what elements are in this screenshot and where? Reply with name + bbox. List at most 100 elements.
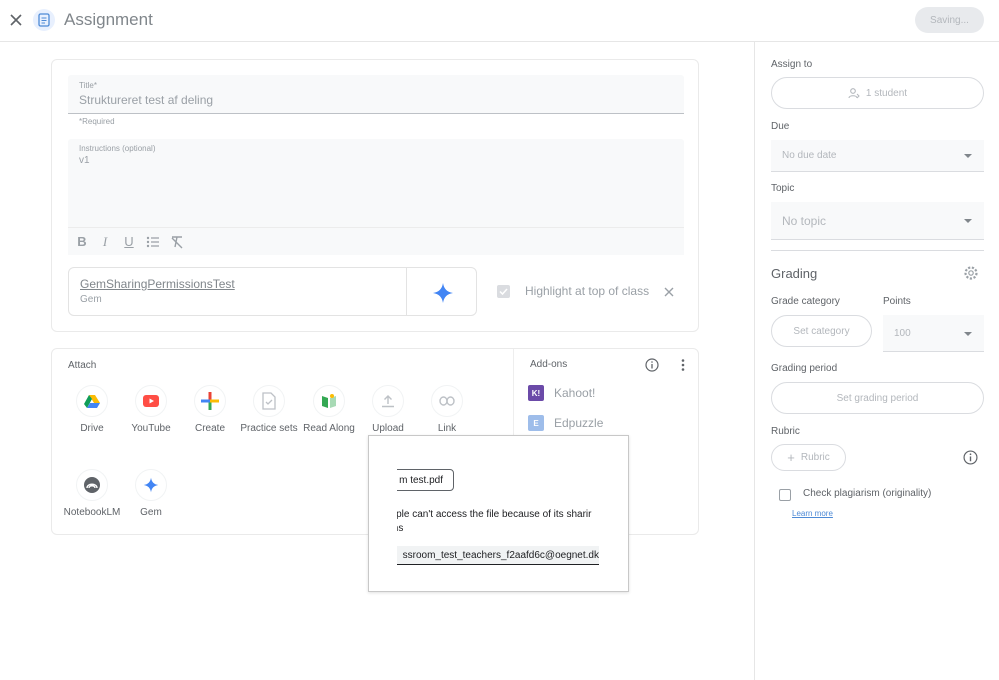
assign-to-value: 1 student: [865, 87, 908, 99]
addon-kahoot[interactable]: K! Kahoot!: [528, 385, 595, 401]
practice-sets-icon-circle: [253, 385, 285, 417]
add-rubric-button[interactable]: + Rubric: [771, 444, 846, 471]
info-icon[interactable]: [645, 358, 659, 372]
instructions-input[interactable]: v1: [79, 155, 90, 166]
instructions-field[interactable]: Instructions (optional) v1: [68, 139, 684, 227]
plagiarism-checkbox[interactable]: [779, 489, 791, 501]
chevron-down-icon: [964, 154, 972, 158]
notebooklm-icon: [84, 477, 100, 493]
due-label: Due: [771, 121, 790, 132]
topic-select[interactable]: No topic: [771, 202, 984, 240]
gem-icon: [143, 477, 159, 493]
topic-value: No topic: [782, 214, 827, 228]
page-title: Assignment: [64, 10, 153, 29]
gem-thumbnail: [406, 268, 476, 315]
file-chip[interactable]: m test.pdf: [397, 469, 454, 491]
email-field[interactable]: ssroom_test_teachers_f2aafd6c@oegnet.dk: [397, 546, 599, 565]
gem-icon-circle: [135, 469, 167, 501]
set-grading-period-button[interactable]: Set grading period: [771, 382, 984, 414]
link-icon-circle: [431, 385, 463, 417]
drive-icon-circle: [76, 385, 108, 417]
more-vert-icon[interactable]: [676, 358, 690, 372]
due-date-value: No due date: [782, 150, 837, 161]
attach-item-label: Drive: [80, 423, 104, 434]
chevron-down-icon: [964, 219, 972, 223]
popup-content: m test.pdf eople can't access the file b…: [397, 436, 601, 591]
upload-icon: [382, 395, 394, 408]
points-value: 100: [894, 328, 911, 339]
highlight-checkbox[interactable]: [497, 285, 510, 298]
addon-edpuzzle[interactable]: E Edpuzzle: [528, 415, 603, 431]
assignment-icon: [33, 9, 55, 31]
grading-title: Grading: [771, 266, 818, 281]
top-bar: Assignment Saving...: [0, 0, 999, 42]
attach-item-label: Upload: [372, 423, 404, 434]
plus-icon: +: [787, 450, 795, 465]
title-field[interactable]: Title* Struktureret test af deling: [68, 75, 684, 114]
plagiarism-label: Check plagiarism (originality): [803, 488, 932, 499]
link-icon: [439, 396, 455, 406]
title-input[interactable]: Struktureret test af deling: [79, 93, 213, 107]
settings-sidebar: Assign to 1 student Due No due date Topi…: [754, 42, 999, 680]
chevron-down-icon: [964, 332, 972, 336]
drive-icon: [84, 395, 100, 408]
attach-create-button[interactable]: Create: [180, 385, 240, 436]
addon-label: Edpuzzle: [554, 416, 604, 430]
kahoot-icon: K!: [528, 385, 544, 401]
gem-attachment[interactable]: GemSharingPermissionsTest Gem: [68, 267, 477, 316]
set-category-button[interactable]: Set category: [771, 315, 872, 347]
gear-icon[interactable]: [963, 265, 979, 281]
attach-notebooklm-button[interactable]: NotebookLM: [62, 469, 122, 520]
attach-practice-sets-button[interactable]: Practice sets: [239, 385, 299, 436]
youtube-icon-circle: [135, 385, 167, 417]
edpuzzle-icon: E: [528, 415, 544, 431]
attach-item-label: NotebookLM: [63, 507, 121, 518]
rubric-label: Rubric: [771, 426, 800, 437]
practice-sets-icon: [262, 392, 276, 410]
addons-title: Add-ons: [530, 359, 568, 370]
notebooklm-icon-circle: [76, 469, 108, 501]
access-warning-line: ions: [397, 523, 404, 534]
italic-icon[interactable]: I: [97, 234, 113, 250]
highlight-label: Highlight at top of class: [525, 284, 650, 298]
read-along-icon-circle: [313, 385, 345, 417]
grading-period-label: Grading period: [771, 363, 838, 374]
remove-attachment-icon[interactable]: [662, 285, 676, 299]
assign-to-button[interactable]: 1 student: [771, 77, 984, 109]
bold-icon[interactable]: B: [74, 234, 90, 250]
attach-read-along-button[interactable]: Read Along: [299, 385, 359, 436]
access-warning-line: eople can't access the file because of i…: [397, 509, 592, 520]
assignment-details-card: Title* Struktureret test af deling *Requ…: [51, 59, 699, 332]
attach-item-label: Practice sets: [240, 423, 298, 434]
bulleted-list-icon[interactable]: [145, 234, 161, 250]
attach-item-label: Gem: [140, 507, 162, 518]
access-warning: eople can't access the file because of i…: [397, 508, 601, 536]
attach-upload-button[interactable]: Upload: [358, 385, 418, 436]
required-note: *Required: [79, 117, 115, 126]
points-select[interactable]: 100: [883, 315, 984, 352]
attachment-type: Gem: [80, 294, 102, 305]
attach-item-label: YouTube: [131, 423, 171, 434]
attachment-name[interactable]: GemSharingPermissionsTest: [80, 277, 235, 291]
title-field-label: Title*: [79, 81, 97, 90]
attach-drive-button[interactable]: Drive: [62, 385, 122, 436]
close-icon[interactable]: [7, 11, 25, 29]
divider: [771, 250, 984, 251]
person-icon: [848, 88, 860, 99]
underline-icon[interactable]: U: [121, 234, 137, 250]
points-label: Points: [883, 296, 911, 307]
attach-youtube-button[interactable]: YouTube: [121, 385, 181, 436]
topic-label: Topic: [771, 183, 795, 194]
learn-more-link[interactable]: Learn more: [792, 509, 833, 518]
due-date-select[interactable]: No due date: [771, 140, 984, 172]
plus-icon-circle: [194, 385, 226, 417]
attach-link-button[interactable]: Link: [417, 385, 477, 436]
addon-label: Kahoot!: [554, 386, 596, 400]
assign-button[interactable]: Saving...: [915, 7, 984, 33]
info-icon[interactable]: [963, 450, 978, 465]
clear-formatting-icon[interactable]: [169, 234, 185, 250]
youtube-icon: [143, 395, 159, 407]
instructions-label: Instructions (optional): [79, 144, 156, 153]
attach-gem-button[interactable]: Gem: [121, 469, 181, 520]
read-along-icon: [322, 394, 336, 408]
